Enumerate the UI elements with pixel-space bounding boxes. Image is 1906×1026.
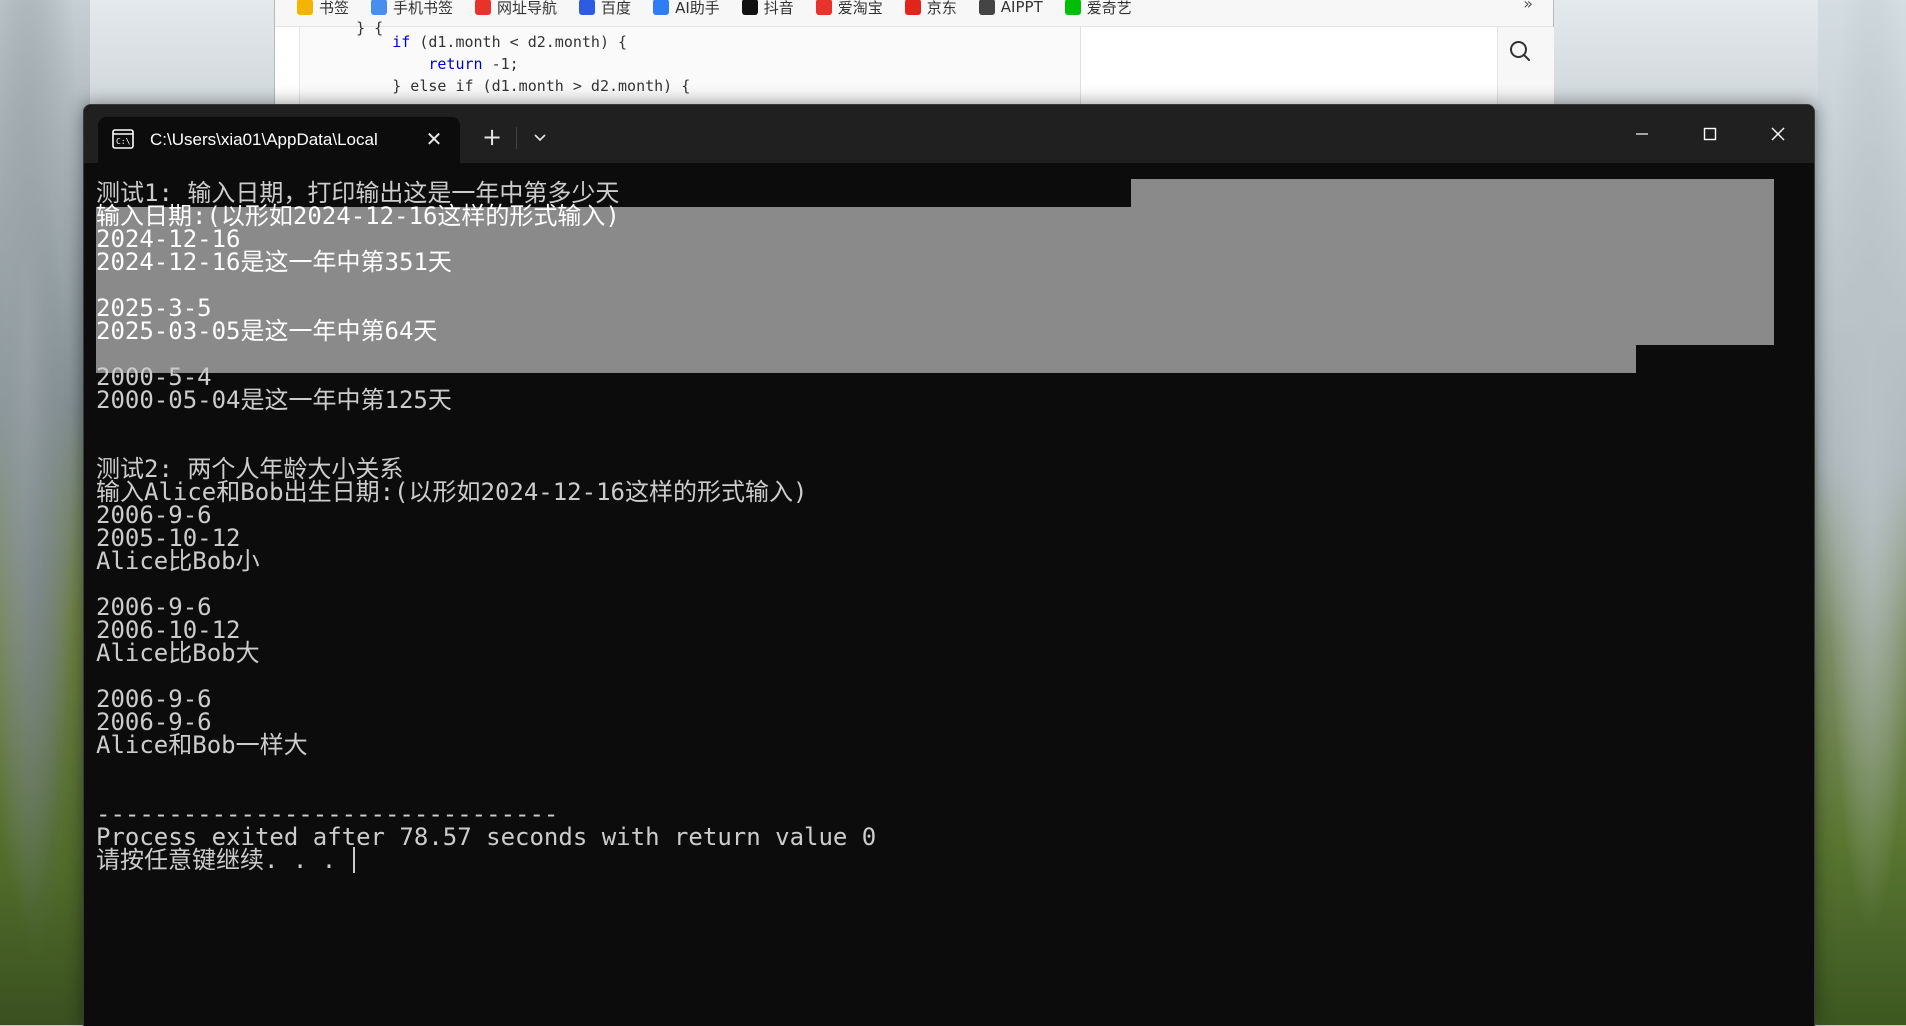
bookmark-item[interactable]: 抖音 [741,0,794,18]
bookmark-label: 爱淘宝 [837,0,883,17]
jd-icon [904,0,921,15]
console-line: Alice和Bob一样大 [96,731,308,759]
phone-icon [371,0,388,15]
bookmarks-more-button[interactable]: » [1523,0,1533,13]
bookmark-label: 抖音 [763,0,794,17]
star-icon [297,0,313,15]
close-icon [1771,127,1785,141]
text-cursor [352,847,355,873]
new-tab-button[interactable]: + [476,121,508,153]
bookmark-item[interactable]: 爱淘宝 [815,0,883,18]
bookmark-label: AI助手 [675,0,720,17]
console-line-text: 2000-05-04是这一年中第125天 [96,386,452,414]
terminal-titlebar[interactable]: C:\ C:\Users\xia01\AppData\Local ✕ + [84,105,1814,163]
close-window-button[interactable] [1744,105,1812,163]
bookmark-item[interactable]: AIPPT [978,0,1043,16]
console-line-text: Alice比Bob小 [96,547,260,575]
selection-highlight [96,345,1636,373]
bookmarks-bar: 书签 手机书签 网址导航 百度 AI助手 抖音 爱淘宝 京东 AIPPT 爱奇艺 » [275,0,1553,27]
console-line-text: Alice和Bob一样大 [96,731,308,759]
bookmark-item[interactable]: 书签 [297,0,349,18]
minimize-button[interactable] [1608,105,1676,163]
svg-text:C:\: C:\ [116,137,131,146]
nav-icon [475,0,492,15]
bookmark-item[interactable]: 百度 [579,0,631,18]
bookmark-label: AIPPT [1000,0,1043,16]
console-line: 2024-12-16是这一年中第351天 [96,248,452,276]
taobao-icon [815,0,832,15]
console-line-text: Alice比Bob大 [96,639,260,667]
bookmark-item[interactable]: AI助手 [653,0,720,18]
console-line-text: 2024-12-16是这一年中第351天 [96,248,452,276]
tab-separator [516,127,517,149]
bookmark-label: 爱奇艺 [1086,0,1132,17]
console-line: 2025-03-05是这一年中第64天 [96,317,437,345]
chevron-down-icon [534,134,546,142]
console-line: Alice比Bob小 [96,547,260,575]
maximize-button[interactable] [1676,105,1744,163]
bookmark-label: 百度 [601,0,632,17]
code-line: return -1; [320,55,519,73]
desktop-wallpaper-right [1818,0,1906,1025]
close-icon: ✕ [425,127,443,151]
console-line-text: 2025-03-05是这一年中第64天 [96,317,438,345]
terminal-window[interactable]: C:\ C:\Users\xia01\AppData\Local ✕ + 测试1… [83,104,1815,1026]
console-line: 请按任意键继续. . . [96,846,355,874]
terminal-icon: C:\ [112,129,134,149]
console-output[interactable]: 测试1: 输入日期，打印输出这是一年中第多少天 输入日期:(以形如2024-12-… [84,163,1814,1026]
terminal-tab[interactable]: C:\ C:\Users\xia01\AppData\Local ✕ [98,117,460,163]
aippt-icon [978,0,995,15]
desktop-wallpaper-left [0,0,90,1025]
bookmark-item[interactable]: 爱奇艺 [1064,0,1132,18]
side-panel [1083,27,1493,110]
background-browser-window[interactable]: 书签 手机书签 网址导航 百度 AI助手 抖音 爱淘宝 京东 AIPPT 爱奇艺 » } { if … [274,0,1554,111]
minimize-icon [1636,133,1648,135]
bookmark-item[interactable]: 京东 [904,0,957,18]
code-editor[interactable]: } { if (d1.month < d2.month) { return -1… [299,19,1081,110]
console-line: Alice比Bob大 [96,639,260,667]
bookmark-item[interactable]: 手机书签 [371,0,453,18]
bookmark-item[interactable]: 网址导航 [475,0,557,18]
code-line: } else if (d1.month > d2.month) { [320,77,691,95]
douyin-icon [741,0,758,15]
search-icon [1510,41,1530,61]
tab-title: C:\Users\xia01\AppData\Local [150,130,378,149]
search-button[interactable] [1505,36,1535,66]
iqiyi-icon [1064,0,1081,15]
console-line-text: 请按任意键继续. . . [96,846,351,874]
tab-close-button[interactable]: ✕ [422,127,446,151]
bookmark-label: 京东 [926,0,957,17]
ai-assistant-icon [653,0,670,15]
baidu-icon [579,0,596,15]
selection-highlight [1131,179,1774,207]
bookmark-label: 网址导航 [497,0,558,17]
code-line: if (d1.month < d2.month) { [320,33,628,51]
tab-dropdown-button[interactable] [524,121,556,153]
bookmark-label: 手机书签 [393,0,454,17]
bookmark-label: 书签 [319,0,350,17]
plus-icon: + [481,123,503,151]
console-line: 2000-05-04是这一年中第125天 [96,386,452,414]
maximize-icon [1703,127,1717,141]
